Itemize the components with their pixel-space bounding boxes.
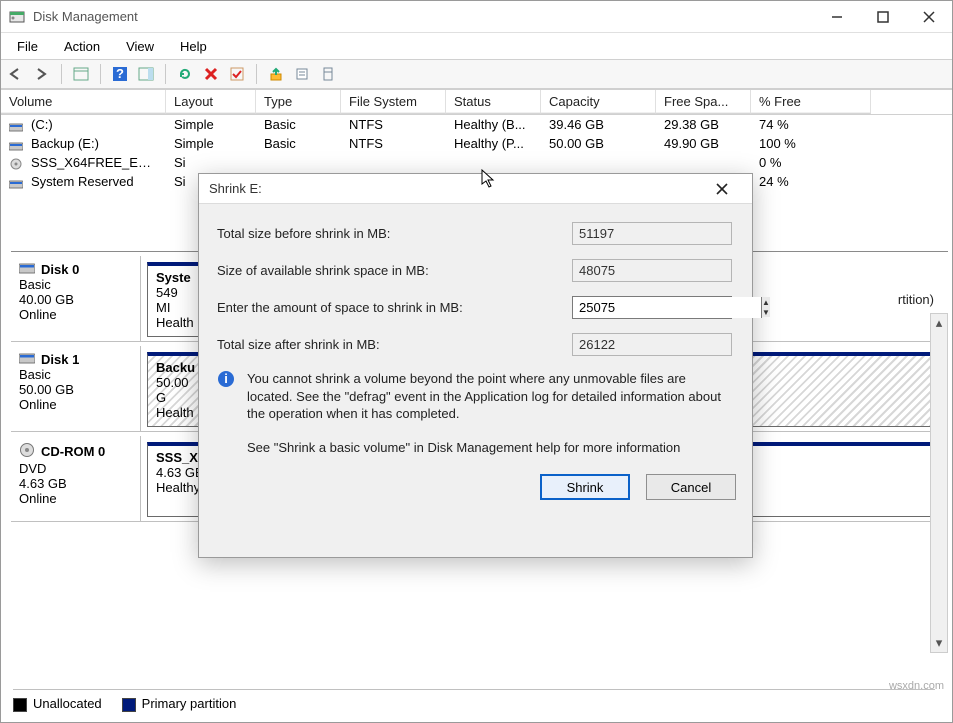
- shrink-amount-stepper[interactable]: ▲ ▼: [572, 296, 732, 319]
- col-percent-free[interactable]: % Free: [751, 90, 871, 114]
- settings-icon[interactable]: [319, 65, 337, 83]
- info-text-2: See "Shrink a basic volume" in Disk Mana…: [247, 439, 734, 457]
- volume-icon: [9, 177, 25, 189]
- forward-button[interactable]: [33, 65, 51, 83]
- legend: Unallocated Primary partition: [13, 689, 935, 712]
- toolbar: ?: [1, 59, 952, 89]
- disk-info[interactable]: Disk 0Basic40.00 GBOnline: [11, 256, 141, 341]
- col-type[interactable]: Type: [256, 90, 341, 114]
- label-total-after: Total size after shrink in MB:: [217, 337, 572, 352]
- shrink-amount-input[interactable]: [573, 297, 761, 318]
- refresh-icon[interactable]: [176, 65, 194, 83]
- volume-icon: [9, 139, 25, 151]
- menu-file[interactable]: File: [5, 36, 50, 57]
- properties-icon[interactable]: [293, 65, 311, 83]
- info-text-1: You cannot shrink a volume beyond the po…: [247, 370, 734, 423]
- value-available: 48075: [572, 259, 732, 282]
- partition[interactable]: Backu50.00 GHealth: [147, 352, 203, 427]
- help-icon[interactable]: ?: [111, 65, 129, 83]
- spinner-up-icon[interactable]: ▲: [762, 297, 770, 307]
- action-pane-icon[interactable]: [137, 65, 155, 83]
- label-available: Size of available shrink space in MB:: [217, 263, 572, 278]
- col-capacity[interactable]: Capacity: [541, 90, 656, 114]
- legend-primary: Primary partition: [122, 696, 237, 712]
- col-volume[interactable]: Volume: [1, 90, 166, 114]
- volume-list-header: Volume Layout Type File System Status Ca…: [1, 90, 952, 115]
- col-status[interactable]: Status: [446, 90, 541, 114]
- upload-icon[interactable]: [267, 65, 285, 83]
- disk-info[interactable]: CD-ROM 0DVD4.63 GBOnline: [11, 436, 141, 521]
- dialog-close-button[interactable]: [702, 175, 742, 203]
- col-filesystem[interactable]: File System: [341, 90, 446, 114]
- label-total-before: Total size before shrink in MB:: [217, 226, 572, 241]
- label-enter-amount: Enter the amount of space to shrink in M…: [217, 300, 572, 315]
- titlebar: Disk Management: [1, 1, 952, 33]
- dialog-title: Shrink E:: [209, 181, 702, 196]
- legend-unallocated: Unallocated: [13, 696, 102, 712]
- value-total-before: 51197: [572, 222, 732, 245]
- menu-help[interactable]: Help: [168, 36, 219, 57]
- disk-icon: [19, 352, 35, 367]
- check-icon[interactable]: [228, 65, 246, 83]
- svg-text:i: i: [224, 371, 228, 386]
- spinner-down-icon[interactable]: ▼: [762, 307, 770, 317]
- menubar: File Action View Help: [1, 33, 952, 59]
- volume-row[interactable]: SSS_X64FREE_EN-...Si0 %: [1, 153, 952, 172]
- disk-management-window: Disk Management File Action View Help ? …: [0, 0, 953, 723]
- partition[interactable]: Syste549 MIHealth: [147, 262, 203, 337]
- disk-info[interactable]: Disk 1Basic50.00 GBOnline: [11, 346, 141, 431]
- vertical-scrollbar[interactable]: ▴ ▾: [930, 313, 948, 653]
- app-icon: [9, 9, 25, 25]
- scroll-down-icon[interactable]: ▾: [931, 634, 947, 652]
- disk-icon: [19, 442, 35, 461]
- svg-text:?: ?: [116, 66, 124, 81]
- cancel-button[interactable]: Cancel: [646, 474, 736, 500]
- watermark: wsxdn.com: [889, 680, 944, 692]
- volume-row[interactable]: Backup (E:)SimpleBasicNTFSHealthy (P...5…: [1, 134, 952, 153]
- legend-label: Unallocated: [33, 696, 102, 711]
- delete-icon[interactable]: [202, 65, 220, 83]
- window-title: Disk Management: [33, 9, 814, 24]
- back-button[interactable]: [7, 65, 25, 83]
- show-hide-console-tree-icon[interactable]: [72, 65, 90, 83]
- shrink-dialog: Shrink E: Total size before shrink in MB…: [198, 173, 753, 558]
- menu-action[interactable]: Action: [52, 36, 112, 57]
- scroll-up-icon[interactable]: ▴: [931, 314, 947, 332]
- shrink-button[interactable]: Shrink: [540, 474, 630, 500]
- menu-view[interactable]: View: [114, 36, 166, 57]
- minimize-button[interactable]: [814, 1, 860, 33]
- close-button[interactable]: [906, 1, 952, 33]
- volume-icon: [9, 158, 25, 170]
- volume-row[interactable]: (C:)SimpleBasicNTFSHealthy (B...39.46 GB…: [1, 115, 952, 134]
- volume-icon: [9, 120, 25, 132]
- col-layout[interactable]: Layout: [166, 90, 256, 114]
- disk-icon: [19, 262, 35, 277]
- dialog-titlebar: Shrink E:: [199, 174, 752, 204]
- value-total-after: 26122: [572, 333, 732, 356]
- info-icon: i: [217, 370, 237, 464]
- maximize-button[interactable]: [860, 1, 906, 33]
- col-free-space[interactable]: Free Spa...: [656, 90, 751, 114]
- legend-label: Primary partition: [142, 696, 237, 711]
